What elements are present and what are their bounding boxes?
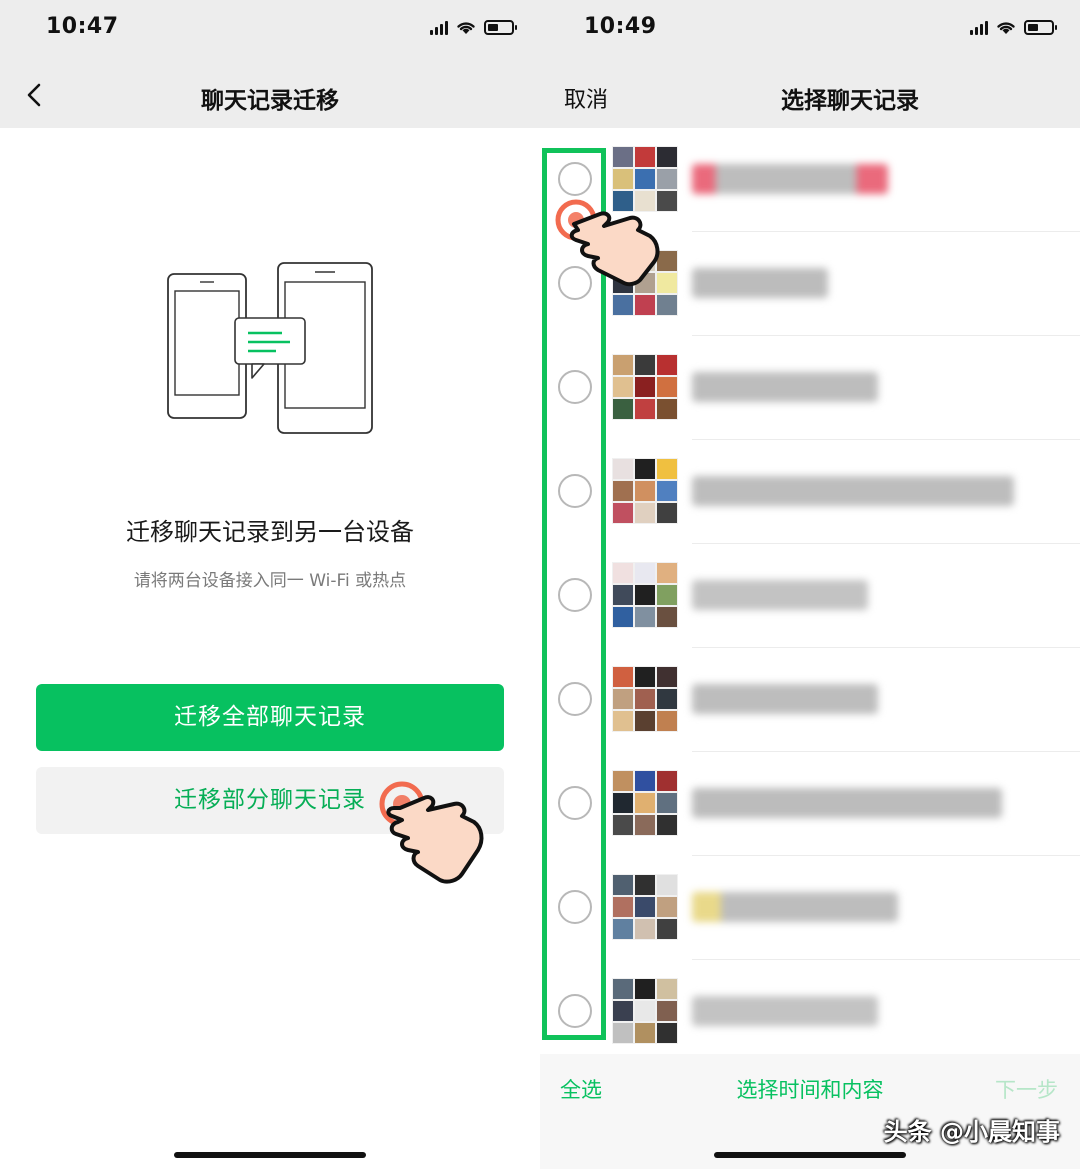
watermark: 头条 @小晨知事 [883, 1118, 1060, 1146]
group-avatar [612, 458, 678, 524]
chat-row[interactable] [540, 440, 1080, 544]
group-avatar [612, 770, 678, 836]
next-step-button[interactable]: 下一步 [995, 1074, 1058, 1104]
chat-name-redacted [692, 268, 828, 298]
chat-name-redacted [692, 476, 1014, 506]
status-time: 10:49 [584, 14, 657, 39]
chat-row[interactable] [540, 648, 1080, 752]
migrate-all-button[interactable]: 迁移全部聊天记录 [36, 684, 504, 751]
wifi-icon [997, 22, 1015, 34]
cellular-signal-icon [970, 20, 988, 35]
home-indicator [174, 1152, 366, 1158]
tap-hand-icon [555, 199, 660, 287]
status-icons [970, 20, 1057, 35]
nav-bar: 取消 选择聊天记录 [540, 62, 1080, 128]
home-indicator [714, 1152, 906, 1158]
chat-name-redacted [692, 372, 878, 402]
page-title: 聊天记录迁移 [201, 88, 339, 114]
status-time: 10:47 [46, 14, 119, 39]
chat-row[interactable] [540, 544, 1080, 648]
chat-row[interactable] [540, 856, 1080, 960]
migration-screen: 10:47 聊天记录迁移 迁移聊天记录到另一台设备 请将两台设备接入同一 Wi-… [0, 0, 540, 1169]
phone-transfer-illustration [167, 262, 373, 434]
battery-icon [1024, 20, 1057, 35]
migration-headline: 迁移聊天记录到另一台设备 [126, 518, 414, 546]
chat-name-redacted [692, 580, 868, 610]
group-avatar [612, 562, 678, 628]
group-avatar [612, 354, 678, 420]
chat-name-redacted [692, 684, 878, 714]
chat-name-redacted [692, 996, 878, 1026]
chat-name-redacted [692, 892, 898, 922]
migration-hint: 请将两台设备接入同一 Wi-Fi 或热点 [133, 571, 407, 591]
cellular-signal-icon [430, 20, 448, 35]
select-chats-screen: 10:49 取消 选择聊天记录 全选 选择时间和内容 下一步 头条 @小晨知事 [540, 0, 1080, 1169]
nav-bar: 聊天记录迁移 [0, 62, 540, 128]
battery-icon [484, 20, 517, 35]
page-title: 选择聊天记录 [781, 88, 919, 114]
chat-row[interactable] [540, 752, 1080, 856]
wifi-icon [457, 22, 475, 34]
status-bar: 10:47 [0, 0, 540, 62]
group-avatar [612, 874, 678, 940]
tap-hand-icon [379, 781, 484, 884]
chat-name-redacted [692, 788, 1002, 818]
chat-row[interactable] [540, 336, 1080, 440]
group-avatar [612, 978, 678, 1044]
cancel-button[interactable]: 取消 [564, 82, 608, 114]
chat-row[interactable] [540, 960, 1080, 1064]
status-icons [430, 20, 517, 35]
group-avatar [612, 666, 678, 732]
status-bar: 10:49 [540, 0, 1080, 62]
chat-name-redacted [692, 164, 888, 194]
